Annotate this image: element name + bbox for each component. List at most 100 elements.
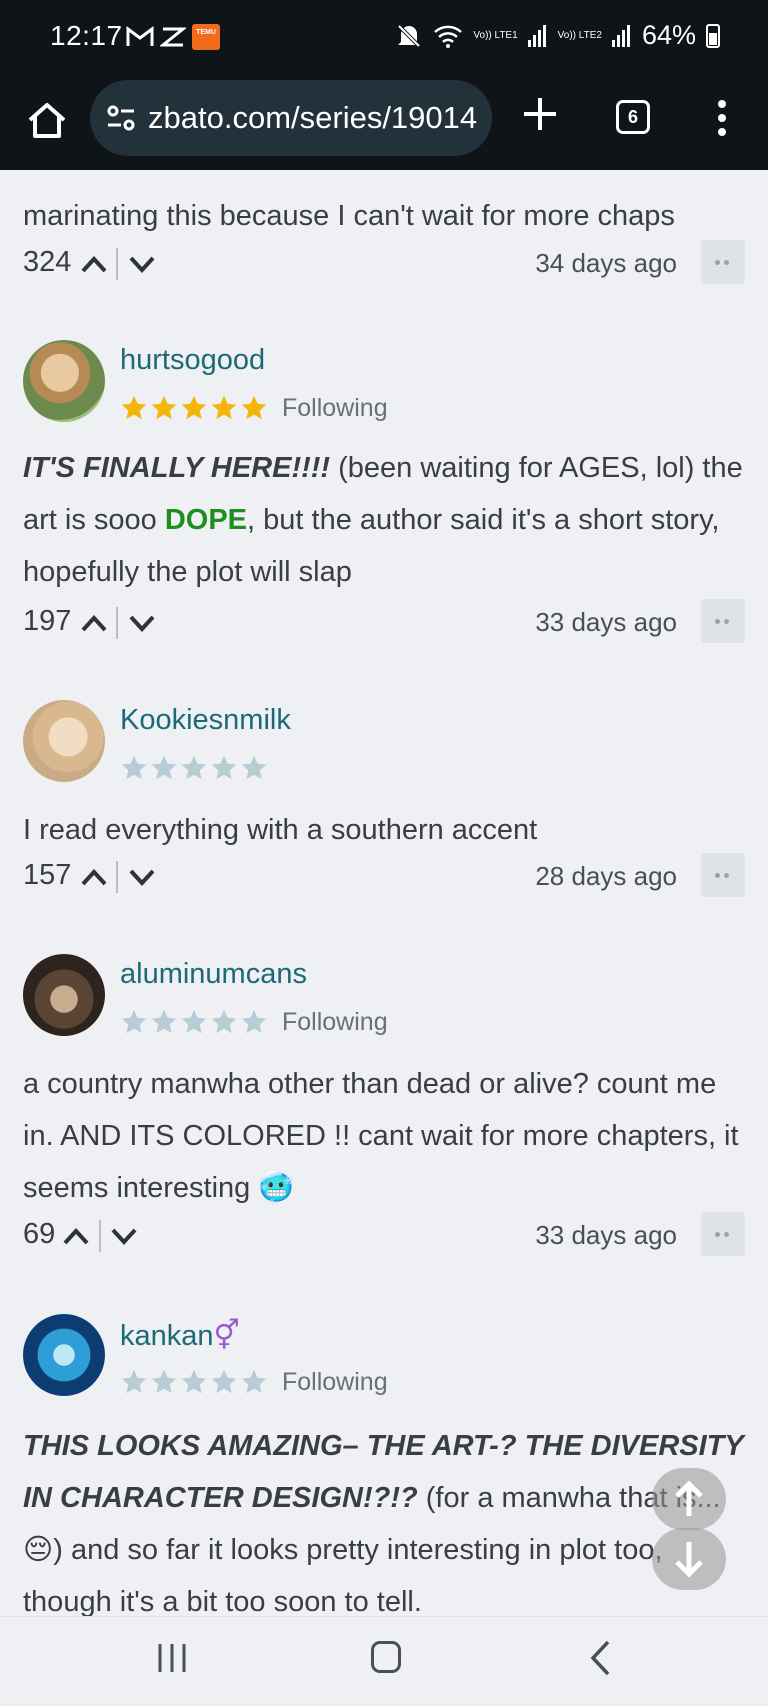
scroll-top-button[interactable] [652,1468,726,1530]
mute-icon [397,24,421,47]
avatar[interactable] [23,700,105,782]
star-empty-icon [151,755,177,780]
star-empty-icon [241,1009,267,1034]
star-filled-icon [151,395,177,420]
comment-time: 34 days ago [535,248,677,278]
star-empty-icon [151,1009,177,1034]
vote-count: 197 [23,605,72,637]
comment-header: aluminumcans Following [23,954,723,1044]
capcut-icon [160,27,186,47]
vote-divider [116,861,118,893]
comment-more-button[interactable] [701,1212,745,1256]
vote-count: 324 [23,246,72,278]
comment-text: THIS LOOKS AMAZING– THE ART-? THE DIVERS… [23,1420,748,1616]
gender-icon: ⚥ [213,1320,240,1352]
rating-stars [120,1008,268,1036]
browser-toolbar: zbato.com/series/19014 6 [0,76,768,170]
pensive-emoji: 😔 [23,1534,54,1566]
downvote-icon[interactable] [109,1224,139,1248]
username[interactable]: Kookiesnmilk [120,704,291,737]
upvote-icon[interactable] [79,252,109,276]
upvote-icon[interactable] [61,1224,91,1248]
vote-divider [116,607,118,639]
star-empty-icon [241,1369,267,1394]
comment-text-part: a country manwha other than dead or aliv… [23,1068,739,1204]
cold-face-emoji: 🥶 [258,1172,295,1204]
username[interactable]: hurtsogood [120,344,265,377]
system-nav-bar [0,1616,768,1706]
comment-bold-text: IT'S FINALLY HERE!!!! [23,452,331,484]
comment-text: a country manwha other than dead or aliv… [23,1058,748,1214]
comment-text: I read everything with a southern accent [23,814,538,846]
home-icon[interactable] [22,96,72,146]
comment-header: kankan⚥ Following [23,1314,723,1404]
recents-icon[interactable] [156,1641,188,1675]
wifi-icon [434,25,463,48]
tab-switcher-button[interactable]: 6 [616,100,650,134]
signal-icon [611,24,630,47]
username[interactable]: aluminumcans [120,958,307,991]
battery-percent: 64% [641,20,696,50]
star-empty-icon [121,755,147,780]
lte2-label: Vo)) LTE2 [557,30,602,41]
comment-header: hurtsogood Following [23,340,723,430]
following-label: Following [282,1008,388,1036]
site-settings-icon[interactable] [104,101,138,135]
avatar[interactable] [23,954,105,1036]
vote-divider [99,1220,101,1252]
comment-more-button[interactable] [701,853,745,897]
comment-text: marinating this because I can't wait for… [23,200,675,232]
temu-icon: TEMU [192,24,220,50]
comment-time: 28 days ago [535,861,677,891]
star-filled-icon [181,395,207,420]
downvote-icon[interactable] [127,611,157,635]
nav-home-button[interactable] [371,1641,401,1673]
vote-count: 157 [23,859,72,891]
downvote-icon[interactable] [127,252,157,276]
comment-more-button[interactable] [701,599,745,643]
comment-actions: 157 28 days ago [23,853,745,901]
star-empty-icon [211,1009,237,1034]
star-filled-icon [211,395,237,420]
new-tab-icon[interactable] [518,92,562,136]
star-empty-icon [211,755,237,780]
scroll-bottom-button[interactable] [652,1528,726,1590]
arrow-up-icon [675,1480,703,1516]
star-filled-icon [121,395,147,420]
star-empty-icon [121,1369,147,1394]
star-empty-icon [241,755,267,780]
gmail-icon [126,26,154,46]
upvote-icon[interactable] [79,865,109,889]
rating-stars [120,394,268,422]
avatar[interactable] [23,1314,105,1396]
star-empty-icon [181,1369,207,1394]
address-bar[interactable]: zbato.com/series/19014 [90,80,492,156]
star-filled-icon [241,395,267,420]
url-text[interactable]: zbato.com/series/19014 [148,100,477,136]
status-time: 12:17 [50,20,123,51]
comment-actions: 324 34 days ago [23,240,745,288]
rating-stars [120,754,268,782]
username-text[interactable]: kankan [120,1320,214,1352]
battery-icon [706,23,720,48]
star-empty-icon [151,1369,177,1394]
star-empty-icon [211,1369,237,1394]
comment-text-part: ) and so far it looks pretty interesting… [23,1534,663,1616]
downvote-icon[interactable] [127,865,157,889]
comment-more-button[interactable] [701,240,745,284]
avatar[interactable] [23,340,105,422]
lte1-label: Vo)) LTE1 [473,30,518,41]
upvote-icon[interactable] [79,611,109,635]
comment-time: 33 days ago [535,1220,677,1250]
comment-text: IT'S FINALLY HERE!!!! (been waiting for … [23,442,748,598]
vote-divider [116,248,118,280]
more-menu-icon[interactable] [712,96,732,140]
rating-stars [120,1368,268,1396]
username[interactable]: kankan⚥ [120,1318,240,1353]
comment-highlight-text: DOPE [164,504,248,536]
comment-actions: 69 33 days ago [23,1212,745,1260]
back-icon[interactable] [588,1639,612,1677]
status-bar: 12:17 TEMU Vo)) LTE1 Vo)) LTE2 64% [0,0,768,76]
star-empty-icon [121,1009,147,1034]
star-empty-icon [181,1009,207,1034]
